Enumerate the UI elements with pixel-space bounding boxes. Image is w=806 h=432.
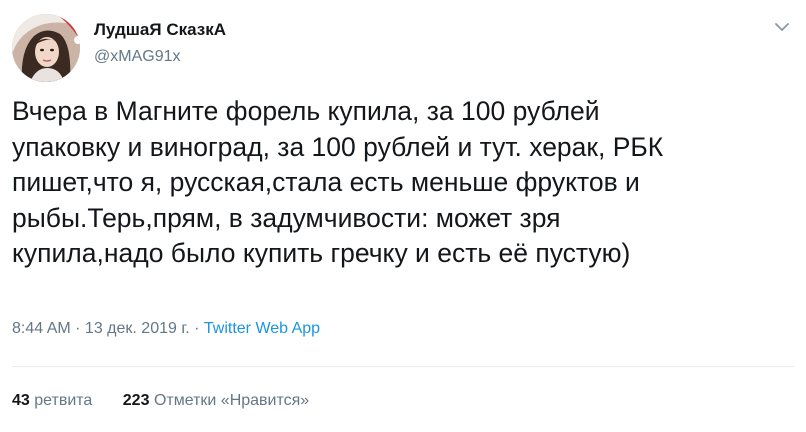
source-app-link[interactable]: Twitter Web App: [204, 320, 320, 337]
chevron-down-icon[interactable]: [771, 18, 793, 36]
tweet-meta: 8:44 AM · 13 дек. 2019 г. · Twitter Web …: [12, 320, 320, 338]
retweets-stat[interactable]: 43 ретвита: [12, 392, 92, 409]
meta-separator: ·: [70, 320, 85, 337]
retweets-count: 43: [12, 392, 30, 409]
meta-separator: ·: [189, 320, 204, 337]
tweet-stats: 43 ретвита 223 Отметки «Нравится»: [12, 392, 309, 410]
avatar-image: [12, 14, 80, 82]
likes-label: Отметки «Нравится»: [153, 392, 310, 409]
likes-count: 223: [122, 392, 150, 409]
tweet-date[interactable]: 13 дек. 2019 г.: [85, 320, 190, 337]
retweets-label: ретвита: [34, 392, 93, 409]
tweet-time[interactable]: 8:44 AM: [12, 320, 71, 337]
display-name[interactable]: ЛудшаЯ СказкА: [94, 20, 226, 40]
divider: [12, 366, 794, 367]
likes-stat[interactable]: 223 Отметки «Нравится»: [123, 392, 309, 409]
tweet-text: Вчера в Магните форель купила, за 100 ру…: [12, 96, 664, 268]
username[interactable]: @xMAG91x: [94, 48, 180, 66]
avatar[interactable]: [12, 14, 80, 82]
